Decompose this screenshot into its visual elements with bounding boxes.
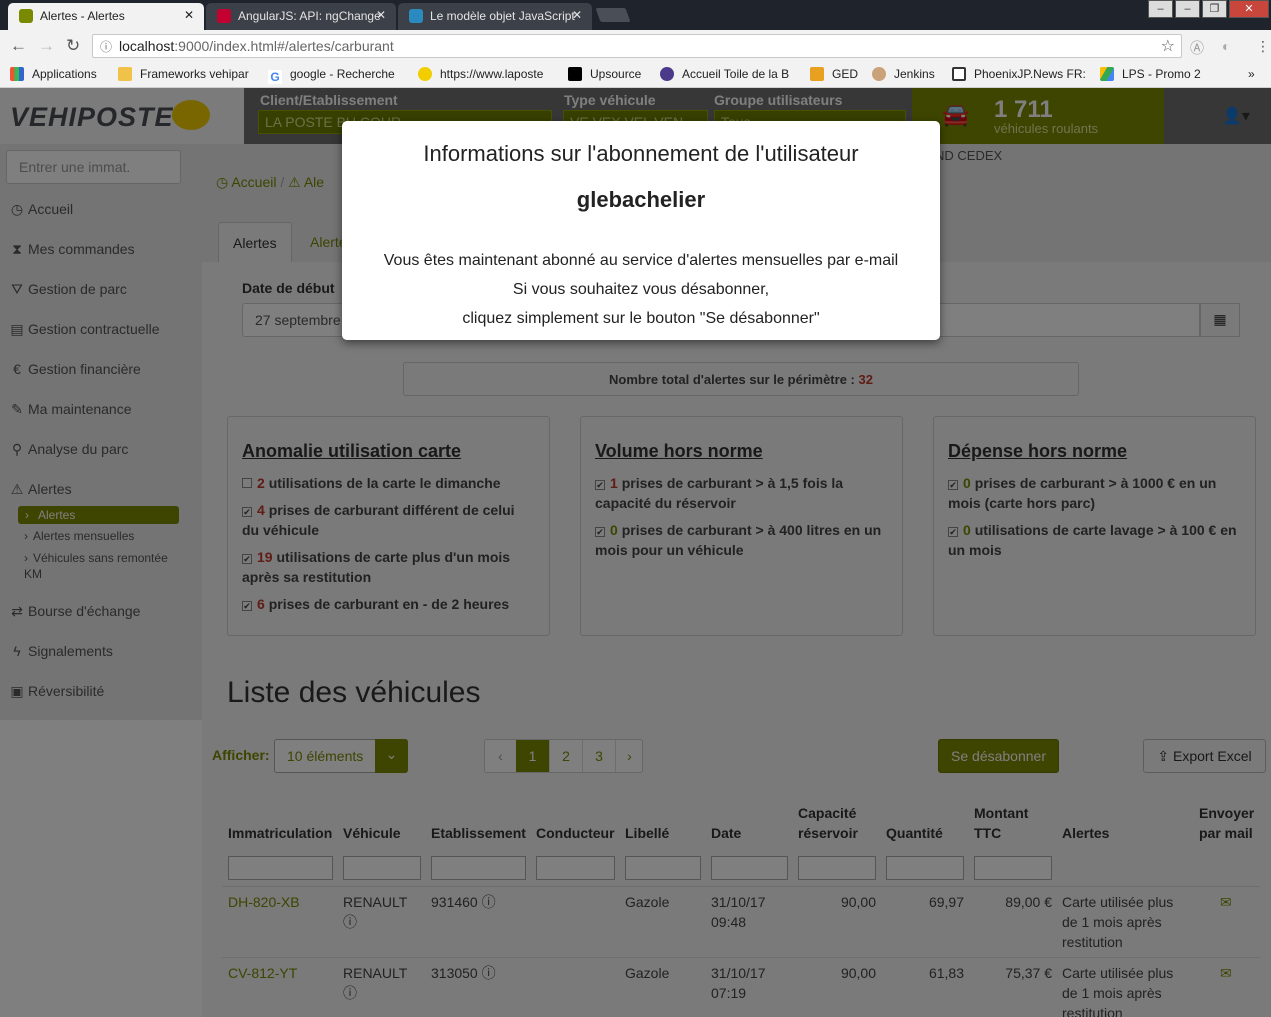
mdn-favicon-icon xyxy=(409,9,423,23)
google-icon: G xyxy=(268,70,282,84)
bookmark-google[interactable]: Ggoogle - Recherche xyxy=(268,67,395,84)
info-icon[interactable]: ⓘ xyxy=(100,38,112,55)
bookmark-label: google - Recherche xyxy=(290,67,395,81)
modal-message-line3: cliquez simplement sur le bouton "Se dés… xyxy=(462,310,820,327)
close-tab-icon[interactable]: ✕ xyxy=(572,8,582,22)
folder-icon xyxy=(118,67,132,81)
new-tab-button[interactable] xyxy=(595,8,631,22)
browser-tab-angular[interactable]: AngularJS: API: ngChange ✕ xyxy=(206,3,396,30)
vehiposte-favicon-icon xyxy=(19,9,33,23)
bookmark-label: https://www.laposte xyxy=(440,67,544,81)
bookmarks-more-icon[interactable]: » xyxy=(1248,67,1255,81)
browser-tab-strip: Alertes - Alertes ✕ AngularJS: API: ngCh… xyxy=(0,0,1271,30)
ged-icon xyxy=(810,67,824,81)
forward-icon[interactable]: → xyxy=(38,36,55,56)
reload-icon[interactable]: ↻ xyxy=(66,36,80,56)
close-tab-icon[interactable]: ✕ xyxy=(184,8,194,22)
browser-tab-mdn[interactable]: Le modèle objet JavaScript ✕ xyxy=(398,3,592,30)
bookmark-lps[interactable]: LPS - Promo 2 xyxy=(1100,67,1201,81)
drive-icon xyxy=(1100,67,1114,81)
modal-message-line1: Vous êtes maintenant abonné au service d… xyxy=(383,252,899,269)
bookmark-label: PhoenixJP.News FR: xyxy=(974,67,1086,81)
tab-title: Alertes - Alertes xyxy=(40,9,125,23)
browser-tab-alertes[interactable]: Alertes - Alertes ✕ xyxy=(8,3,204,30)
close-window-icon[interactable]: ✕ xyxy=(1229,0,1269,18)
laposte-icon xyxy=(418,67,432,81)
subscription-modal: Informations sur l'abonnement de l'utili… xyxy=(342,121,940,340)
tab-title: Le modèle objet JavaScript xyxy=(430,9,575,23)
url-host: localhost xyxy=(119,38,175,54)
bookmark-label: Upsource xyxy=(590,67,642,81)
bookmark-toile[interactable]: Accueil Toile de la B xyxy=(660,67,789,81)
bookmark-label: GED xyxy=(832,67,859,81)
modal-username: glebachelier xyxy=(576,187,706,212)
tab-title: AngularJS: API: ngChange xyxy=(238,9,381,23)
upsource-icon xyxy=(568,67,582,81)
bookmark-frameworks[interactable]: Frameworks vehipar xyxy=(118,67,249,81)
bookmark-label: Frameworks vehipar xyxy=(140,67,249,81)
extension-icon[interactable]: ◐ xyxy=(1222,38,1230,54)
bookmark-label: Applications xyxy=(32,67,97,81)
jenkins-icon xyxy=(872,67,886,81)
minimize-icon[interactable]: – xyxy=(1148,0,1173,18)
restore-window-icon[interactable]: ❐ xyxy=(1202,0,1227,18)
bookmark-star-icon[interactable]: ☆ xyxy=(1161,36,1175,56)
angular-favicon-icon xyxy=(217,9,231,23)
phoenix-icon xyxy=(952,67,966,81)
toile-icon xyxy=(660,67,674,81)
bookmark-upsource[interactable]: Upsource xyxy=(568,67,641,81)
url-path: :9000/index.html#/alertes/carburant xyxy=(174,38,394,54)
bookmark-applications[interactable]: Applications xyxy=(10,67,97,81)
bookmarks-bar: Applications Frameworks vehipar Ggoogle … xyxy=(0,62,1271,88)
back-icon[interactable]: ← xyxy=(10,36,27,56)
close-tab-icon[interactable]: ✕ xyxy=(376,8,386,22)
bookmark-phoenix[interactable]: PhoenixJP.News FR: xyxy=(952,67,1086,81)
modal-message-line2: Si vous souhaitez vous désabonner, xyxy=(512,281,770,298)
bookmark-laposte[interactable]: https://www.laposte xyxy=(418,67,543,81)
extension-angular-icon[interactable]: Ⓐ xyxy=(1190,38,1204,58)
menu-kebab-icon[interactable]: ⋮ xyxy=(1256,38,1270,55)
bookmark-jenkins[interactable]: Jenkins xyxy=(872,67,935,81)
bookmark-ged[interactable]: GED xyxy=(810,67,858,81)
bookmark-label: Accueil Toile de la B xyxy=(682,67,790,81)
minimize-window-icon[interactable]: – xyxy=(1175,0,1200,18)
bookmark-label: LPS - Promo 2 xyxy=(1122,67,1201,81)
address-bar-row: ← → ↻ ⓘ localhost:9000/index.html#/alert… xyxy=(0,30,1271,62)
apps-grid-icon xyxy=(10,67,24,81)
url-field[interactable]: ⓘ localhost:9000/index.html#/alertes/car… xyxy=(92,34,1182,58)
modal-title: Informations sur l'abonnement de l'utili… xyxy=(423,141,859,166)
bookmark-label: Jenkins xyxy=(894,67,935,81)
